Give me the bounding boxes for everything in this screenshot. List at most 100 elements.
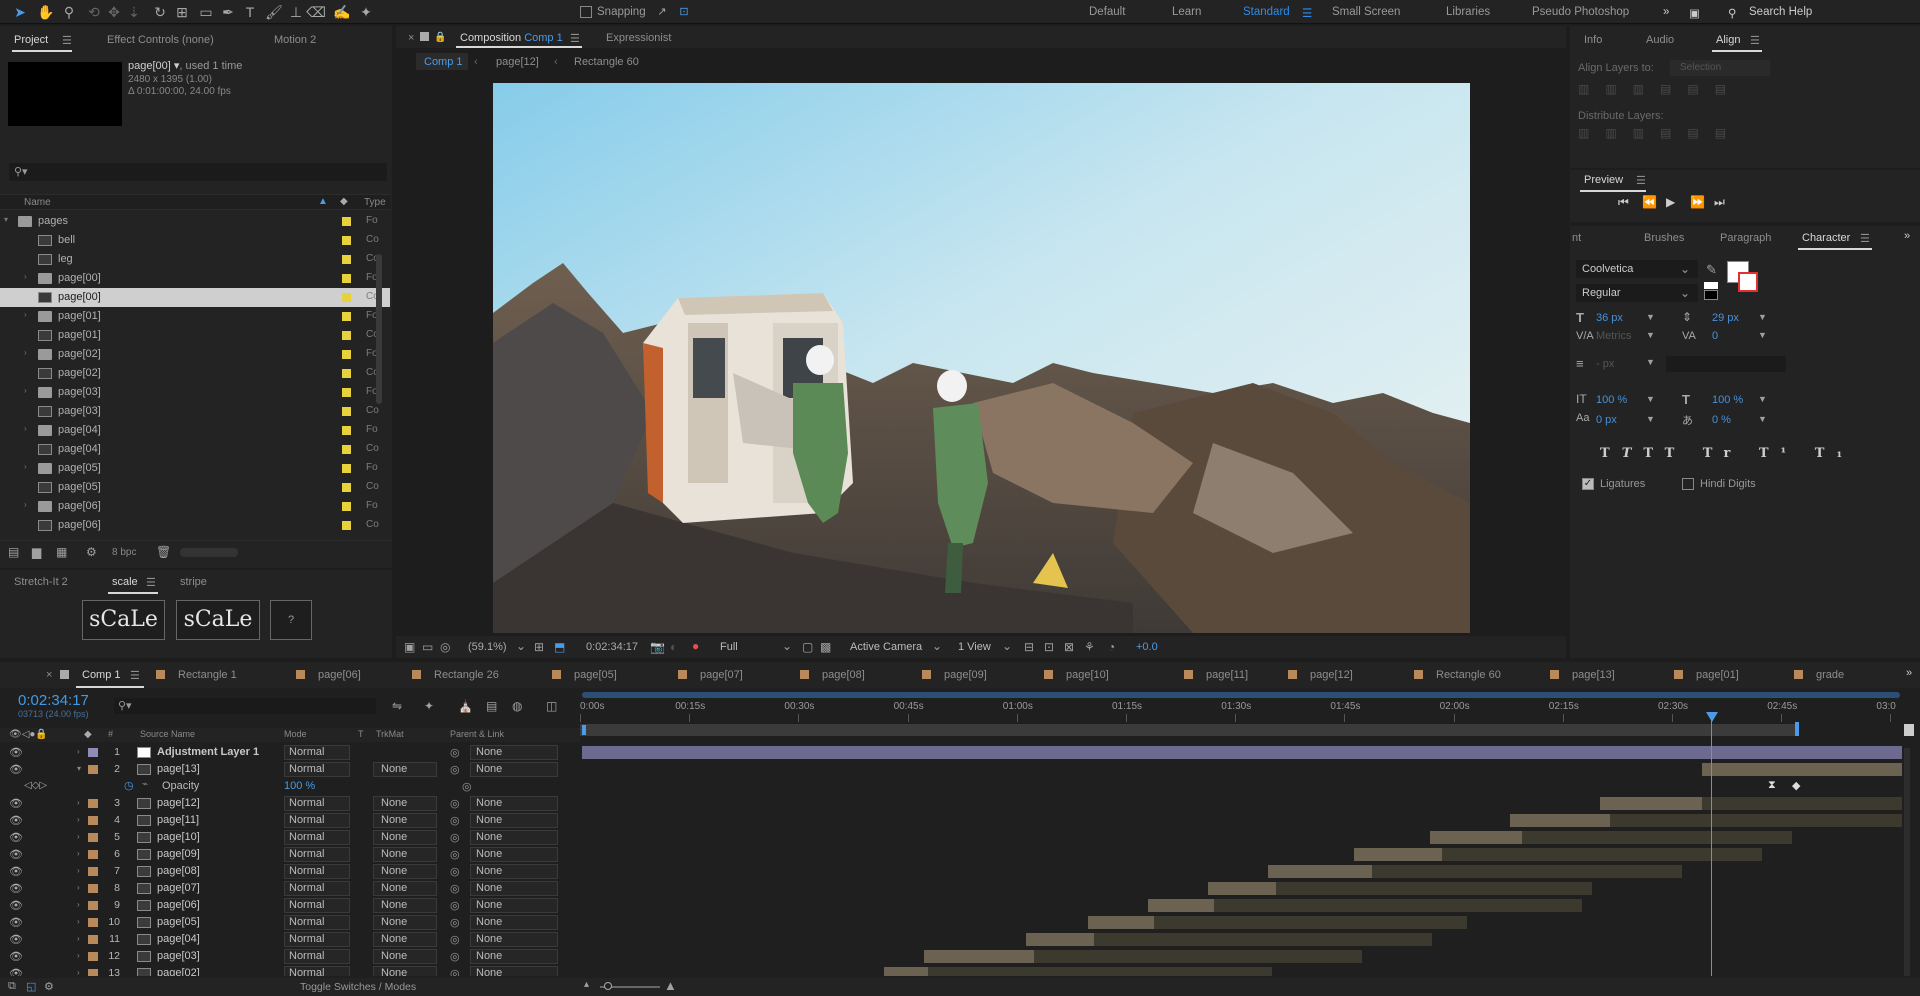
- layer-name[interactable]: page[08]: [157, 865, 200, 877]
- layer-label-color[interactable]: [88, 799, 98, 808]
- chevron-down-icon[interactable]: ▼: [1646, 414, 1655, 424]
- tracking-value[interactable]: 0: [1712, 330, 1718, 342]
- pick-whip-icon[interactable]: ◎: [450, 814, 460, 827]
- layer-name[interactable]: Adjustment Layer 1: [157, 746, 259, 758]
- chevron-right-icon[interactable]: ›: [77, 815, 80, 824]
- chevron-down-icon[interactable]: ⌄: [1680, 286, 1690, 300]
- layer-row[interactable]: 👁 › 10 page[05] Normal None ◎ None: [0, 914, 580, 931]
- zoom-slider-handle[interactable]: [604, 982, 612, 990]
- layer-name[interactable]: page[13]: [157, 763, 200, 775]
- font-size-value[interactable]: 36 px: [1596, 312, 1623, 324]
- timeline-tab[interactable]: page[08]: [822, 669, 865, 681]
- zoom-out-icon[interactable]: ▴: [584, 979, 589, 990]
- first-frame-icon[interactable]: ⏮: [1618, 195, 1629, 210]
- layer-bar-inactive[interactable]: [1094, 933, 1432, 946]
- tab-paragraph[interactable]: Paragraph: [1720, 232, 1771, 244]
- layer-bar-inactive[interactable]: [1442, 848, 1762, 861]
- chevron-right-icon[interactable]: ›: [24, 424, 27, 433]
- blend-mode-select[interactable]: Normal: [284, 881, 350, 896]
- layer-name[interactable]: page[11]: [157, 814, 199, 826]
- pick-whip-icon[interactable]: ◎: [450, 950, 460, 963]
- breadcrumb-comp-1[interactable]: Comp 1: [424, 56, 463, 68]
- chevron-right-icon[interactable]: ›: [24, 310, 27, 319]
- label-color-swatch[interactable]: [342, 388, 351, 397]
- track-matte-select[interactable]: None: [373, 932, 437, 947]
- tab-align[interactable]: Align: [1716, 34, 1740, 46]
- project-item-row[interactable]: › page[04] Fo: [0, 421, 390, 440]
- draft-3d-icon[interactable]: ✦: [424, 699, 434, 713]
- pan-behind-tool-icon[interactable]: ⊞: [172, 2, 192, 22]
- orbit-camera-icon[interactable]: ⟲: [84, 2, 104, 22]
- close-tab-icon[interactable]: ×: [408, 32, 414, 44]
- frame-blending-icon[interactable]: ▤: [486, 699, 497, 713]
- fast-preview-icon[interactable]: ⊡: [1044, 640, 1054, 654]
- workspace-small-screen[interactable]: Small Screen: [1332, 6, 1400, 18]
- tab-character[interactable]: Character: [1802, 232, 1850, 244]
- exposure-reset-icon[interactable]: ◔: [1108, 640, 1115, 654]
- vr-icon[interactable]: ◎: [440, 640, 450, 654]
- work-area-bar[interactable]: [582, 692, 1900, 698]
- work-area-end-handle[interactable]: [1795, 722, 1799, 736]
- align-buttons[interactable]: ▥▥▥▤▤▤: [1578, 82, 1778, 98]
- exposure-value[interactable]: +0.0: [1136, 641, 1158, 653]
- workspace-pseudo-photoshop[interactable]: Pseudo Photoshop: [1532, 6, 1629, 18]
- layer-duration-bar[interactable]: [1430, 831, 1522, 844]
- layer-label-color[interactable]: [88, 816, 98, 825]
- layer-label-color[interactable]: [88, 901, 98, 910]
- chevron-down-icon[interactable]: ⌄: [1002, 639, 1012, 653]
- project-item-row[interactable]: page[03] Co: [0, 402, 390, 421]
- blend-mode-select[interactable]: Normal: [284, 830, 350, 845]
- timeline-tab[interactable]: page[12]: [1310, 669, 1353, 681]
- pick-whip-icon[interactable]: ◎: [450, 916, 460, 929]
- pick-whip-icon[interactable]: ◎: [450, 882, 460, 895]
- chevron-right-icon[interactable]: ›: [24, 462, 27, 471]
- work-area-start-handle[interactable]: [582, 725, 586, 735]
- layer-row[interactable]: 👁 › 6 page[09] Normal None ◎ None: [0, 846, 580, 863]
- chevron-right-icon[interactable]: ›: [77, 934, 80, 943]
- project-item-row[interactable]: › page[05] Fo: [0, 459, 390, 478]
- project-item-row[interactable]: page[00] Co: [0, 288, 390, 307]
- layer-duration-bar[interactable]: [1026, 933, 1094, 946]
- play-icon[interactable]: ▶: [1666, 195, 1675, 209]
- chevron-down-icon[interactable]: ⌄: [932, 639, 942, 653]
- comp-flowchart-icon[interactable]: ⇋: [392, 699, 402, 713]
- puppet-tool-icon[interactable]: ✦: [356, 2, 376, 22]
- layer-duration-bar[interactable]: [1208, 882, 1276, 895]
- chevron-right-icon[interactable]: ›: [77, 798, 80, 807]
- pick-whip-icon[interactable]: ◎: [450, 797, 460, 810]
- timeline-tab[interactable]: Rectangle 26: [434, 669, 499, 681]
- baseline-shift-value[interactable]: 0 px: [1596, 414, 1617, 426]
- sync-settings-icon[interactable]: ▣: [1689, 6, 1700, 20]
- layer-label-color[interactable]: [88, 935, 98, 944]
- label-color-swatch[interactable]: [342, 217, 351, 226]
- scale-menu-icon[interactable]: ☰: [146, 576, 156, 589]
- tab-preview[interactable]: Preview: [1584, 174, 1623, 186]
- blend-mode-select[interactable]: Normal: [284, 898, 350, 913]
- close-tab-icon[interactable]: ×: [46, 669, 52, 681]
- timeline-icon[interactable]: ⊠: [1064, 640, 1074, 654]
- layer-label-color[interactable]: [88, 952, 98, 961]
- tab-audio[interactable]: Audio: [1646, 34, 1674, 46]
- render-time-icon[interactable]: ⚙: [44, 980, 54, 993]
- chevron-down-icon[interactable]: ▼: [1758, 312, 1767, 322]
- comp-lock-icon[interactable]: [420, 32, 429, 41]
- show-snapshot-icon[interactable]: ◐: [670, 640, 677, 654]
- current-timecode[interactable]: 0:02:34:17: [18, 692, 89, 709]
- scale-button-2[interactable]: sCaLe: [176, 600, 260, 640]
- chevron-down-icon[interactable]: ▼: [1646, 312, 1655, 322]
- chevron-right-icon[interactable]: ›: [24, 500, 27, 509]
- opacity-property-row[interactable]: ◁◇▷ ◷ ⌁ Opacity 100 % ◎: [0, 778, 580, 795]
- timeline-tab[interactable]: page[11]: [1206, 669, 1248, 681]
- tab-composition[interactable]: Composition Comp 1: [460, 32, 563, 44]
- blend-mode-select[interactable]: Normal: [284, 796, 350, 811]
- layer-name[interactable]: page[05]: [157, 916, 200, 928]
- interpret-footage-icon[interactable]: ▤: [8, 545, 19, 559]
- layer-name[interactable]: page[02]: [157, 967, 200, 976]
- visibility-eye-icon[interactable]: 👁: [9, 848, 23, 861]
- chevron-right-icon[interactable]: ›: [77, 883, 80, 892]
- delete-icon[interactable]: 🗑: [156, 545, 171, 559]
- tab-font[interactable]: nt: [1572, 232, 1581, 244]
- layer-row[interactable]: 👁 › 8 page[07] Normal None ◎ None: [0, 880, 580, 897]
- blend-mode-select[interactable]: Normal: [284, 813, 350, 828]
- fit-icon[interactable]: ⊞: [534, 640, 544, 654]
